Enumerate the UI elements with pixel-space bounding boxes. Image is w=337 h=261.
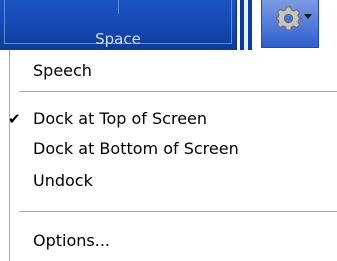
toolbar-edge: [319, 0, 337, 50]
menu-item-dock-top[interactable]: ✔ Dock at Top of Screen: [8, 104, 337, 134]
gear-icon: [276, 6, 302, 31]
space-key-label: Space: [95, 30, 141, 48]
space-key[interactable]: Space: [0, 0, 237, 50]
on-screen-keyboard-toolbar: Space: [0, 0, 337, 50]
menu-item-label: Dock at Top of Screen: [33, 109, 208, 128]
menu-item-label: Options...: [33, 231, 110, 250]
space-key-divider: [118, 0, 119, 14]
menu-item-label: Dock at Bottom of Screen: [33, 139, 239, 158]
menu-item-label: Undock: [33, 171, 93, 190]
menu-item-options[interactable]: Options...: [10, 226, 337, 256]
menu-separator: [19, 211, 337, 212]
menu-item-label: Speech: [33, 61, 92, 80]
menu-item-undock[interactable]: Undock: [10, 166, 337, 196]
checkmark-icon: ✔: [8, 110, 21, 128]
toolbar-separator: [248, 0, 252, 50]
settings-context-menu: Speech ✔ Dock at Top of Screen Dock at B…: [8, 50, 337, 261]
menu-item-dock-bottom[interactable]: Dock at Bottom of Screen: [10, 134, 337, 164]
menu-item-speech[interactable]: Speech: [10, 56, 337, 86]
menu-separator: [19, 91, 337, 92]
settings-menu-button[interactable]: [261, 0, 319, 48]
screen: Space Speech ✔ Dock at Top of Screen Doc…: [0, 0, 337, 261]
chevron-down-icon: [304, 14, 312, 19]
